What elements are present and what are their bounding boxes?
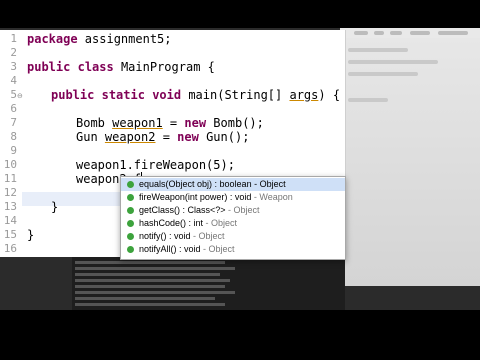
public-method-icon (127, 246, 134, 253)
code-line: } (27, 228, 35, 242)
line-number: 16 (3, 242, 17, 255)
public-method-icon (127, 233, 134, 240)
code-line: weapon1.fireWeapon(5); (76, 158, 235, 172)
line-number: 9 (10, 144, 17, 157)
public-method-icon (127, 194, 134, 201)
autocomplete-item[interactable]: getClass() : Class<?> - Object (121, 204, 345, 217)
console-panel (72, 257, 345, 310)
autocomplete-item[interactable]: notifyAll() : void - Object (121, 243, 345, 256)
fold-toggle-icon[interactable]: ⊖ (17, 92, 23, 100)
line-number: 10 (3, 158, 17, 171)
line-number: 11 (3, 172, 17, 185)
public-method-icon (127, 181, 134, 188)
public-method-icon (127, 220, 134, 227)
line-number: 14 (3, 214, 17, 227)
public-method-icon (127, 207, 134, 214)
line-number: 2 (10, 46, 17, 59)
line-number: 6 (10, 102, 17, 115)
line-number: 12 (3, 186, 17, 199)
autocomplete-item[interactable]: notify() : void - Object (121, 230, 345, 243)
code-line: Gun weapon2 = new Gun(); (76, 130, 250, 144)
line-number-gutter: 1 2 3 4 5 ⊖ 6 7 8 9 10 11 12 13 14 15 16 (0, 30, 23, 257)
code-line: Bomb weapon1 = new Bomb(); (76, 116, 264, 130)
line-number: 13 (3, 200, 17, 213)
background-window (340, 38, 480, 286)
line-number: 15 (3, 228, 17, 241)
video-frame: 1 2 3 4 5 ⊖ 6 7 8 9 10 11 12 13 14 15 16… (0, 0, 480, 360)
code-line: package assignment5; (27, 32, 172, 46)
code-line: } (51, 200, 59, 214)
autocomplete-popup[interactable]: equals(Object obj) : boolean - Object fi… (120, 176, 346, 260)
desktop-screen: 1 2 3 4 5 ⊖ 6 7 8 9 10 11 12 13 14 15 16… (0, 28, 480, 310)
line-number: 8 (10, 130, 17, 143)
line-number: 4 (10, 74, 17, 87)
line-number: 1 (10, 32, 17, 45)
line-number: 7 (10, 116, 17, 129)
autocomplete-item[interactable]: hashCode() : int - Object (121, 217, 345, 230)
line-number: 5 (10, 88, 17, 101)
autocomplete-item[interactable]: equals(Object obj) : boolean - Object (121, 178, 345, 191)
line-number: 3 (10, 60, 17, 73)
code-line: public static void main(String[] args) { (51, 88, 341, 102)
code-line: public class MainProgram { (27, 60, 215, 74)
autocomplete-item[interactable]: fireWeapon(int power) : void - Weapon (121, 191, 345, 204)
